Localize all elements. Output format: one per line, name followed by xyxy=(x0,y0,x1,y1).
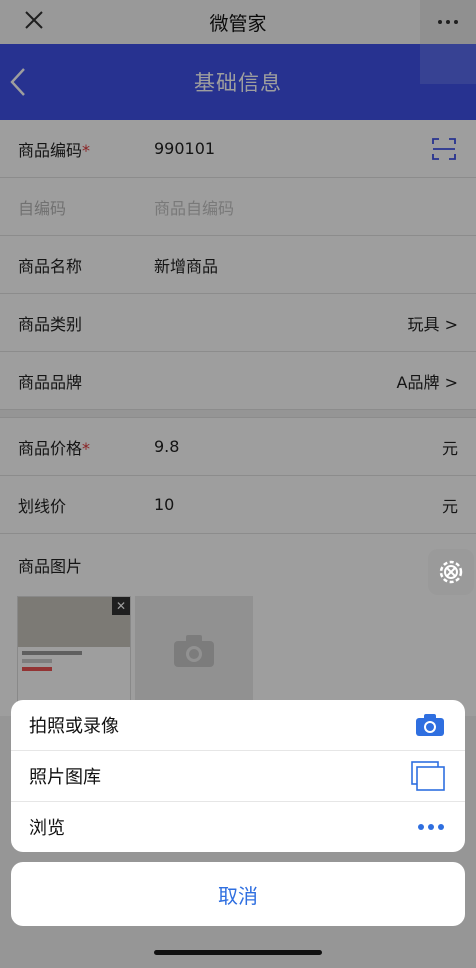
cancel-button[interactable]: 取消 xyxy=(11,862,465,926)
gallery-icon xyxy=(411,761,445,791)
browse-option[interactable]: 浏览 xyxy=(11,802,465,852)
settings-fab[interactable] xyxy=(428,549,474,595)
home-indicator xyxy=(154,950,322,955)
camera-icon xyxy=(416,714,444,736)
take-photo-label: 拍照或录像 xyxy=(29,716,119,737)
browse-label: 浏览 xyxy=(29,818,65,839)
photo-library-option[interactable]: 照片图库 xyxy=(11,751,465,802)
more-dots-icon xyxy=(418,824,444,830)
take-photo-option[interactable]: 拍照或录像 xyxy=(11,700,465,751)
photo-library-label: 照片图库 xyxy=(29,767,101,788)
action-sheet: 拍照或录像 照片图库 浏览 xyxy=(11,700,465,852)
gear-icon xyxy=(439,560,463,584)
